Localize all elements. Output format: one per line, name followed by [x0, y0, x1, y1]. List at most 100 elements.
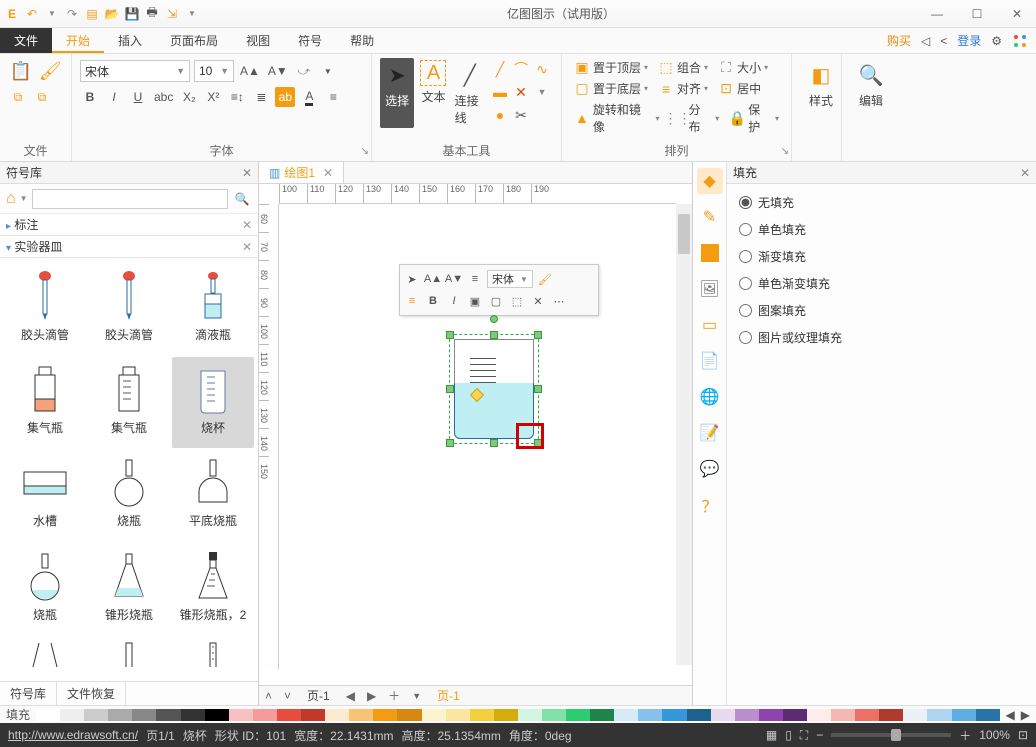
settings-icon[interactable]: ⚙ — [991, 34, 1002, 48]
buy-link[interactable]: 购买 — [887, 32, 911, 49]
increase-font-icon[interactable]: A▲ — [238, 61, 262, 81]
mini-brush-icon[interactable]: 🖌 — [536, 270, 554, 288]
shape-line-icon[interactable]: ╱ — [491, 60, 509, 78]
symbol-search-button[interactable]: 🔍 — [232, 192, 252, 206]
cut-icon[interactable]: ⧉ — [32, 87, 52, 107]
colorstrip-scroll-right-icon[interactable]: ▶ — [1021, 708, 1030, 722]
lib-item-conical-2[interactable]: 锥形烧瓶，2 — [172, 544, 254, 635]
mini-more-icon[interactable]: ⋯ — [550, 292, 568, 310]
redo-icon[interactable]: ↷ — [64, 6, 80, 22]
fill-opt-pattern[interactable]: 图案填充 — [739, 302, 1024, 319]
rp-shape-tab-icon[interactable]: ▭ — [697, 312, 723, 338]
mini-font-inc-icon[interactable]: A▲ — [424, 270, 442, 288]
shape-rect-icon[interactable]: ▬ — [491, 83, 509, 101]
resize-handle-n[interactable] — [490, 331, 498, 339]
status-view-fit-icon[interactable]: ⛶ — [800, 728, 808, 743]
resize-handle-ne[interactable] — [534, 331, 542, 339]
symbol-home-dropdown-icon[interactable]: ▼ — [20, 194, 28, 203]
page-tab-current[interactable]: 页-1 — [427, 687, 470, 704]
symbol-lib-close-icon[interactable]: ✕ — [242, 166, 252, 180]
drawing-canvas[interactable]: ➤ A▲ A▼ ≡ 宋体▼ 🖌 ≡ B I ▣ ▢ ⬚ ✕ — [279, 204, 676, 665]
copy-icon[interactable]: ⧉ — [8, 87, 28, 107]
tab-view[interactable]: 视图 — [232, 28, 284, 53]
align-button[interactable]: ≡对齐▾ — [654, 79, 712, 98]
status-view-page-icon[interactable]: ▯ — [785, 728, 792, 742]
mini-layer1-icon[interactable]: ▣ — [466, 292, 484, 310]
mini-font-combo[interactable]: 宋体▼ — [487, 270, 533, 288]
curve-text-dropdown-icon[interactable]: ▼ — [318, 61, 338, 81]
mini-group-icon[interactable]: ⬚ — [508, 292, 526, 310]
rp-text-tab-icon[interactable]: 📄 — [697, 348, 723, 374]
save-icon[interactable]: 💾 — [124, 6, 140, 22]
text-tool-button[interactable]: A 文本 — [416, 58, 450, 128]
lib-item-partial-2[interactable] — [88, 637, 170, 667]
superscript-icon[interactable]: X² — [203, 87, 223, 107]
fill-opt-picture[interactable]: 图片或纹理填充 — [739, 329, 1024, 346]
category-annotations-close-icon[interactable]: ✕ — [242, 218, 252, 232]
minimize-button[interactable]: — — [922, 7, 952, 21]
font-dialog-launcher-icon[interactable]: ↘ — [361, 146, 369, 157]
print-icon[interactable]: 🖶 — [144, 6, 160, 22]
colorstrip-scroll-left-icon[interactable]: ◀ — [1006, 708, 1015, 722]
lib-item-dropper-1[interactable]: 胶头滴管 — [4, 264, 86, 355]
apps-icon[interactable] — [1012, 33, 1028, 49]
shape-more-icon[interactable]: ▼ — [533, 83, 551, 101]
page-nav-down-icon[interactable]: ˅ — [278, 689, 297, 703]
symbol-home-icon[interactable]: ⌂ — [6, 190, 16, 208]
status-url-link[interactable]: http://www.edrawsoft.cn/ — [8, 728, 138, 742]
export-icon[interactable]: ⇲ — [164, 6, 180, 22]
resize-handle-s[interactable] — [490, 439, 498, 447]
arrange-dialog-launcher-icon[interactable]: ↘ — [781, 146, 789, 157]
shape-curve-icon[interactable]: ∿ — [533, 60, 551, 78]
style-button[interactable]: ◧样式 — [800, 58, 842, 111]
fill-opt-solid[interactable]: 单色填充 — [739, 221, 1024, 238]
lib-item-flask-flat[interactable]: 平底烧瓶 — [172, 450, 254, 541]
share-icon[interactable]: < — [940, 34, 947, 48]
tab-insert[interactable]: 插入 — [104, 28, 156, 53]
decrease-font-icon[interactable]: A▼ — [266, 61, 290, 81]
vertical-scrollbar[interactable] — [676, 204, 692, 665]
maximize-button[interactable]: ☐ — [962, 7, 992, 21]
shape-crop-icon[interactable]: ✂ — [512, 106, 530, 124]
curve-text-icon[interactable]: ⤻ — [294, 61, 314, 81]
category-labware-close-icon[interactable]: ✕ — [242, 240, 252, 254]
subscript-icon[interactable]: X₂ — [179, 87, 199, 107]
strikethrough-icon[interactable]: abc — [152, 87, 175, 107]
resize-handle-nw[interactable] — [446, 331, 454, 339]
center-button[interactable]: ⊡居中 — [714, 79, 765, 98]
protect-button[interactable]: 🔒保护▾ — [725, 100, 783, 136]
rp-shadow-tab-icon[interactable] — [697, 240, 723, 266]
new-doc-icon[interactable]: ▤ — [84, 6, 100, 22]
rp-comment-tab-icon[interactable]: 💬 — [697, 456, 723, 482]
resize-handle-e[interactable] — [534, 385, 542, 393]
font-color-icon[interactable]: A — [299, 87, 319, 107]
page-nav-up-icon[interactable]: ˄ — [259, 689, 278, 703]
tab-help[interactable]: 帮助 — [336, 28, 388, 53]
paste-icon[interactable]: 📋 — [8, 61, 33, 81]
lib-item-water-trough[interactable]: 水槽 — [4, 450, 86, 541]
bold-icon[interactable]: B — [80, 87, 100, 107]
lib-item-flask-round[interactable]: 烧瓶 — [88, 450, 170, 541]
lib-item-gas-jar-2[interactable]: 集气瓶 — [88, 357, 170, 448]
format-painter-icon[interactable]: 🖌 — [37, 61, 63, 81]
file-menu[interactable]: 文件 — [0, 28, 52, 53]
rp-help-tab-icon[interactable]: ？ — [697, 492, 723, 518]
zoom-slider[interactable] — [831, 733, 951, 737]
lib-item-flask-filled[interactable]: 烧瓶 — [4, 544, 86, 635]
left-tab-recovery[interactable]: 文件恢复 — [57, 682, 126, 705]
group-button[interactable]: ⬚组合▾ — [654, 58, 712, 77]
left-tab-symbols[interactable]: 符号库 — [0, 682, 57, 705]
bring-front-button[interactable]: ▣置于顶层▾ — [570, 58, 652, 77]
tab-page-layout[interactable]: 页面布局 — [156, 28, 232, 53]
status-view-grid-icon[interactable]: ▦ — [766, 728, 777, 742]
tab-start[interactable]: 开始 — [52, 28, 104, 53]
underline-icon[interactable]: U — [128, 87, 148, 107]
highlight-icon[interactable]: ab — [275, 87, 295, 107]
mini-bold-icon[interactable]: B — [424, 292, 442, 310]
resize-handle-w[interactable] — [446, 385, 454, 393]
page-menu-icon[interactable]: ▼ — [406, 691, 427, 701]
fill-opt-gradient[interactable]: 渐变填充 — [739, 248, 1024, 265]
qat-dropdown-icon[interactable]: ▼ — [184, 6, 200, 22]
login-link[interactable]: 登录 — [957, 32, 981, 49]
italic-icon[interactable]: I — [104, 87, 124, 107]
